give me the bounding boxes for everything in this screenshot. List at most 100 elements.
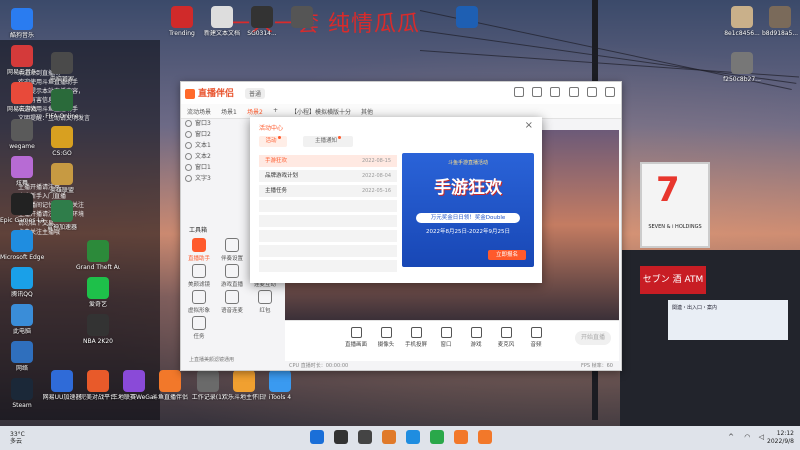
desktop-icon[interactable]: Grand Theft Auto V	[76, 240, 120, 271]
desktop-icon[interactable]: 网易云音乐	[0, 45, 44, 76]
close-icon[interactable]	[605, 87, 615, 97]
source-button[interactable]: 麦克风	[491, 327, 521, 348]
douyu-icon[interactable]	[478, 430, 492, 444]
desktop-icon[interactable]: 雷神加速器	[40, 200, 84, 231]
tool-button[interactable]: 语音连麦	[218, 290, 246, 314]
layer-item[interactable]: 窗口2	[185, 130, 249, 140]
desktop-icon[interactable]: f250c8b27...	[720, 52, 764, 83]
desktop-icon[interactable]: 网络	[0, 341, 44, 372]
media-player-icon[interactable]	[430, 430, 444, 444]
desktop-icon[interactable]: CS:GO	[40, 126, 84, 157]
clock[interactable]: 12:12 2022/9/8	[767, 430, 794, 446]
desktop-icon-label: f250c8b27...	[723, 76, 761, 83]
eye-icon[interactable]	[185, 120, 192, 127]
desktop-icon[interactable]: wegame	[0, 119, 44, 150]
source-button[interactable]: 摄像头	[371, 327, 401, 348]
desktop-icon[interactable]: Epic Games Launcher	[0, 193, 44, 224]
source-button[interactable]: 音频	[521, 327, 551, 348]
tool-icon	[192, 238, 206, 252]
layer-item[interactable]: 文本2	[185, 152, 249, 162]
chevron-up-icon[interactable]: ^	[728, 433, 734, 441]
tab-notice-label: 主播通知	[314, 138, 337, 144]
desktop-icon[interactable]: 此电脑	[0, 304, 44, 335]
desktop-icon[interactable]: 炫舞	[0, 156, 44, 187]
scene-tab[interactable]: 其他	[361, 107, 373, 116]
layer-item[interactable]: 窗口1	[185, 163, 249, 173]
activity-item[interactable]: 品牌游戏计划 2022-08-04	[259, 170, 397, 182]
scene-tab[interactable]: 场景1	[221, 107, 237, 116]
layer-item[interactable]: 窗口3	[185, 119, 249, 129]
tool-button[interactable]: 虚拟形象	[185, 290, 213, 314]
source-icon	[440, 327, 452, 338]
settings-icon[interactable]	[532, 87, 543, 97]
desktop-icon[interactable]: NBA 2K20	[76, 314, 120, 345]
bell-icon[interactable]	[550, 87, 561, 97]
tool-button[interactable]: 直播助手	[185, 238, 213, 262]
desktop-icon[interactable]: 酷狗音乐	[0, 8, 44, 39]
desktop-icon[interactable]: Trending	[160, 6, 204, 37]
source-button[interactable]: 直播画面	[341, 327, 371, 348]
task-view-icon[interactable]	[358, 430, 372, 444]
tool-icon	[225, 264, 239, 278]
activity-banner[interactable]: 斗鱼手游直播活动 手游狂欢 万元奖金日日领！奖金Double 2022年8月25…	[402, 153, 534, 267]
wifi-icon[interactable]: ◠	[744, 433, 750, 441]
desktop-icon[interactable]: SG0314...	[240, 6, 284, 37]
tool-button[interactable]: 红包	[251, 290, 279, 314]
register-button[interactable]: 立即报名	[488, 250, 526, 260]
start-stream-button[interactable]: 开始直播	[575, 331, 611, 345]
desktop-icon[interactable]: 英雄联盟	[40, 163, 84, 194]
source-button[interactable]: 游戏	[461, 327, 491, 348]
avatar-icon[interactable]	[513, 87, 524, 97]
tool-button[interactable]: 任务	[185, 316, 213, 340]
desktop-icon[interactable]: FIFA Online	[40, 89, 84, 120]
volume-icon[interactable]: ◁	[759, 433, 764, 441]
desktop-icon[interactable]	[445, 6, 489, 30]
scene-tab[interactable]: 场景2	[247, 107, 263, 116]
weather-widget[interactable]: 33°C 多云	[10, 431, 25, 445]
douyu-icon[interactable]	[454, 430, 468, 444]
desktop-icon[interactable]	[280, 6, 324, 30]
windows-start-icon[interactable]	[310, 430, 324, 444]
tool-button[interactable]: 游戏直播	[218, 264, 246, 288]
tool-button[interactable]: 伴奏设置	[218, 238, 246, 262]
source-button[interactable]: 手机投屏	[401, 327, 431, 348]
minimize-icon[interactable]	[568, 87, 579, 97]
tab-notice[interactable]: 主播通知	[303, 136, 353, 147]
edge-icon[interactable]	[406, 430, 420, 444]
scene-tab[interactable]: +	[273, 107, 278, 114]
desktop-icon[interactable]: iTools 4	[258, 370, 302, 401]
scene-tab[interactable]: 流动场景	[187, 107, 211, 116]
tool-icon	[258, 290, 272, 304]
account-badge[interactable]: 普通	[245, 88, 266, 99]
desktop-icon[interactable]: 网易云游戏	[0, 82, 44, 113]
dialog-close-icon[interactable]: ×	[525, 120, 533, 131]
desktop-icon[interactable]: Microsoft Edge	[0, 230, 44, 261]
desktop-icon[interactable]: 腾讯QQ	[0, 267, 44, 298]
desktop-icon[interactable]: 新建文本文档	[200, 6, 244, 37]
layer-label: 文本2	[195, 153, 211, 160]
desktop-icon[interactable]: Steam	[0, 378, 44, 409]
file-explorer-icon[interactable]	[382, 430, 396, 444]
eye-icon[interactable]	[185, 164, 192, 171]
layer-item[interactable]: 文本1	[185, 141, 249, 151]
desktop-icon[interactable]: 爱奇艺	[76, 277, 120, 308]
desktop-icon[interactable]: 电脑管家	[40, 52, 84, 83]
eye-icon[interactable]	[185, 131, 192, 138]
activity-item[interactable]: 手游狂欢 2022-08-15	[259, 155, 397, 167]
tab-activity[interactable]: 活动	[259, 136, 287, 147]
eye-icon[interactable]	[185, 175, 192, 182]
tool-icon	[192, 316, 206, 330]
notification-dot	[277, 136, 281, 139]
layer-item[interactable]: 文字3	[185, 174, 249, 184]
eye-icon[interactable]	[185, 153, 192, 160]
tool-button[interactable]: 美颜滤镜	[185, 264, 213, 288]
app-icon	[211, 6, 233, 28]
eye-icon[interactable]	[185, 142, 192, 149]
source-button[interactable]: 窗口	[431, 327, 461, 348]
search-icon[interactable]	[334, 430, 348, 444]
scene-tab[interactable]: 【小程】模拟横版十分	[291, 107, 351, 116]
maximize-icon[interactable]	[586, 87, 597, 97]
desktop-icon[interactable]: b8d918a5...	[758, 6, 800, 37]
source-label: 窗口	[440, 342, 452, 348]
activity-item[interactable]: 主播任务 2022-05-16	[259, 185, 397, 197]
